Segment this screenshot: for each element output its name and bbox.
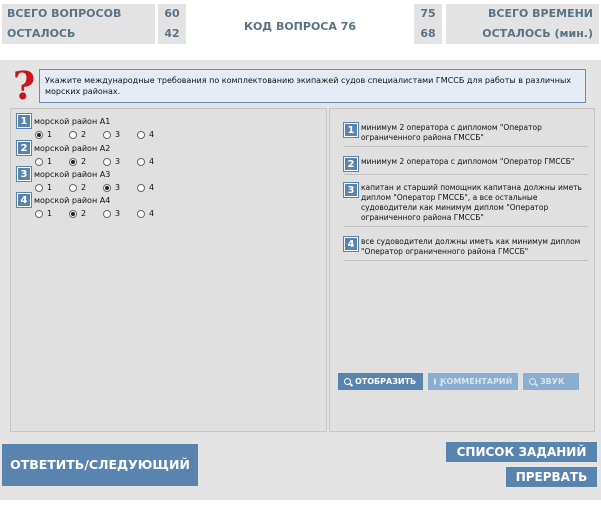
radio-option[interactable]: 4 (137, 157, 171, 166)
item-number: 4 (16, 192, 32, 208)
search-icon (529, 378, 536, 385)
radio-button[interactable] (103, 130, 111, 139)
answer-text: все судоводители должны иметь как миниму… (361, 237, 581, 256)
item-number: 1 (16, 113, 32, 129)
radio-option[interactable]: 4 (137, 183, 171, 192)
radio-option[interactable]: 3 (103, 183, 137, 192)
radio-button[interactable] (103, 183, 111, 192)
radio-button[interactable] (137, 209, 145, 218)
item-label: морской район А1 (34, 116, 111, 126)
radio-button[interactable] (69, 130, 77, 139)
item-number: 3 (16, 166, 32, 182)
answer-number: 4 (343, 236, 359, 252)
item-label: морской район А3 (34, 169, 111, 179)
answer-next-button[interactable]: ОТВЕТИТЬ/СЛЕДУЮЩИЙ (2, 444, 198, 486)
main-panel: ? Укажите международные требования по ко… (0, 60, 601, 438)
radio-option[interactable]: 4 (137, 130, 171, 139)
matching-items-panel: 1 морской район А1 1 2 3 4 2 морской район… (10, 108, 327, 432)
radio-button[interactable] (103, 157, 111, 166)
radio-option[interactable]: 2 (69, 130, 103, 139)
answer-row: 2 минимум 2 оператора с дипломом "Операт… (343, 156, 588, 175)
radio-option[interactable]: 3 (103, 157, 137, 166)
radio-button[interactable] (103, 209, 111, 218)
radio-option[interactable]: 1 (35, 183, 69, 192)
abort-button[interactable]: ПРЕРВАТЬ (506, 467, 597, 487)
radio-button[interactable] (35, 183, 43, 192)
radio-button[interactable] (137, 130, 145, 139)
remaining-time-label: ОСТАЛОСЬ (мин.) (446, 24, 599, 44)
radio-option[interactable]: 2 (69, 157, 103, 166)
footer-bar: ОТВЕТИТЬ/СЛЕДУЮЩИЙ СПИСОК ЗАДАНИЙ ПРЕРВА… (0, 438, 601, 500)
question-mark-icon: ? (12, 63, 36, 108)
sound-button[interactable]: ЗВУК (523, 373, 579, 390)
answer-number: 2 (343, 156, 359, 172)
answer-row: 3 капитан и старший помощник капитана до… (343, 182, 588, 227)
radio-button[interactable] (69, 157, 77, 166)
answer-text: минимум 2 оператора с дипломом "Оператор… (361, 157, 575, 166)
radio-button[interactable] (137, 183, 145, 192)
item-number: 2 (16, 140, 32, 156)
radio-group: 1 2 3 4 (35, 130, 171, 139)
item-row: 3 морской район А3 1 2 3 4 (16, 166, 171, 192)
search-icon (434, 378, 436, 385)
radio-group: 1 2 3 4 (35, 157, 171, 166)
item-row: 2 морской район А2 1 2 3 4 (16, 140, 171, 166)
item-label: морской район А2 (34, 143, 111, 153)
action-buttons: ОТОБРАЗИТЬ КОММЕНТАРИЙ ЗВУК (338, 373, 579, 390)
total-questions-label: ВСЕГО ВОПРОСОВ (2, 4, 155, 24)
radio-option[interactable]: 2 (69, 209, 103, 218)
remaining-time-value: 68 (414, 24, 442, 44)
total-time-value: 75 (414, 4, 442, 24)
total-questions-value: 60 (158, 4, 186, 24)
question-text: Укажите международные требования по комп… (39, 69, 586, 103)
radio-group: 1 2 3 4 (35, 183, 171, 192)
radio-button[interactable] (35, 209, 43, 218)
answers-panel: 1 минимум 2 оператора с дипломом "Операт… (329, 108, 595, 432)
item-row: 4 морской район А4 1 2 3 4 (16, 192, 171, 218)
answer-row: 1 минимум 2 оператора с дипломом "Операт… (343, 122, 588, 147)
radio-option[interactable]: 1 (35, 209, 69, 218)
radio-option[interactable]: 3 (103, 209, 137, 218)
radio-option[interactable]: 3 (103, 130, 137, 139)
answer-row: 4 все судоводители должны иметь как мини… (343, 236, 588, 261)
item-label: морской район А4 (34, 195, 111, 205)
question-code: КОД ВОПРОСА 76 (243, 20, 357, 33)
answer-number: 1 (343, 122, 359, 138)
show-button[interactable]: ОТОБРАЗИТЬ (338, 373, 423, 390)
remaining-questions-label: ОСТАЛОСЬ (2, 24, 155, 44)
task-list-button[interactable]: СПИСОК ЗАДАНИЙ (446, 442, 597, 462)
answer-number: 3 (343, 182, 359, 198)
radio-button[interactable] (69, 183, 77, 192)
radio-group: 1 2 3 4 (35, 209, 171, 218)
radio-button[interactable] (69, 209, 77, 218)
radio-button[interactable] (35, 130, 43, 139)
search-icon (344, 378, 351, 385)
radio-option[interactable]: 1 (35, 130, 69, 139)
radio-button[interactable] (137, 157, 145, 166)
total-time-label: ВСЕГО ВРЕМЕНИ (мин.) (446, 4, 599, 40)
radio-button[interactable] (35, 157, 43, 166)
answer-text: минимум 2 оператора с дипломом "Оператор… (361, 123, 542, 142)
radio-option[interactable]: 1 (35, 157, 69, 166)
item-row: 1 морской район А1 1 2 3 4 (16, 113, 171, 139)
comment-button[interactable]: КОММЕНТАРИЙ (428, 373, 518, 390)
answer-text: капитан и старший помощник капитана долж… (361, 183, 582, 222)
radio-option[interactable]: 4 (137, 209, 171, 218)
remaining-questions-value: 42 (158, 24, 186, 44)
radio-option[interactable]: 2 (69, 183, 103, 192)
